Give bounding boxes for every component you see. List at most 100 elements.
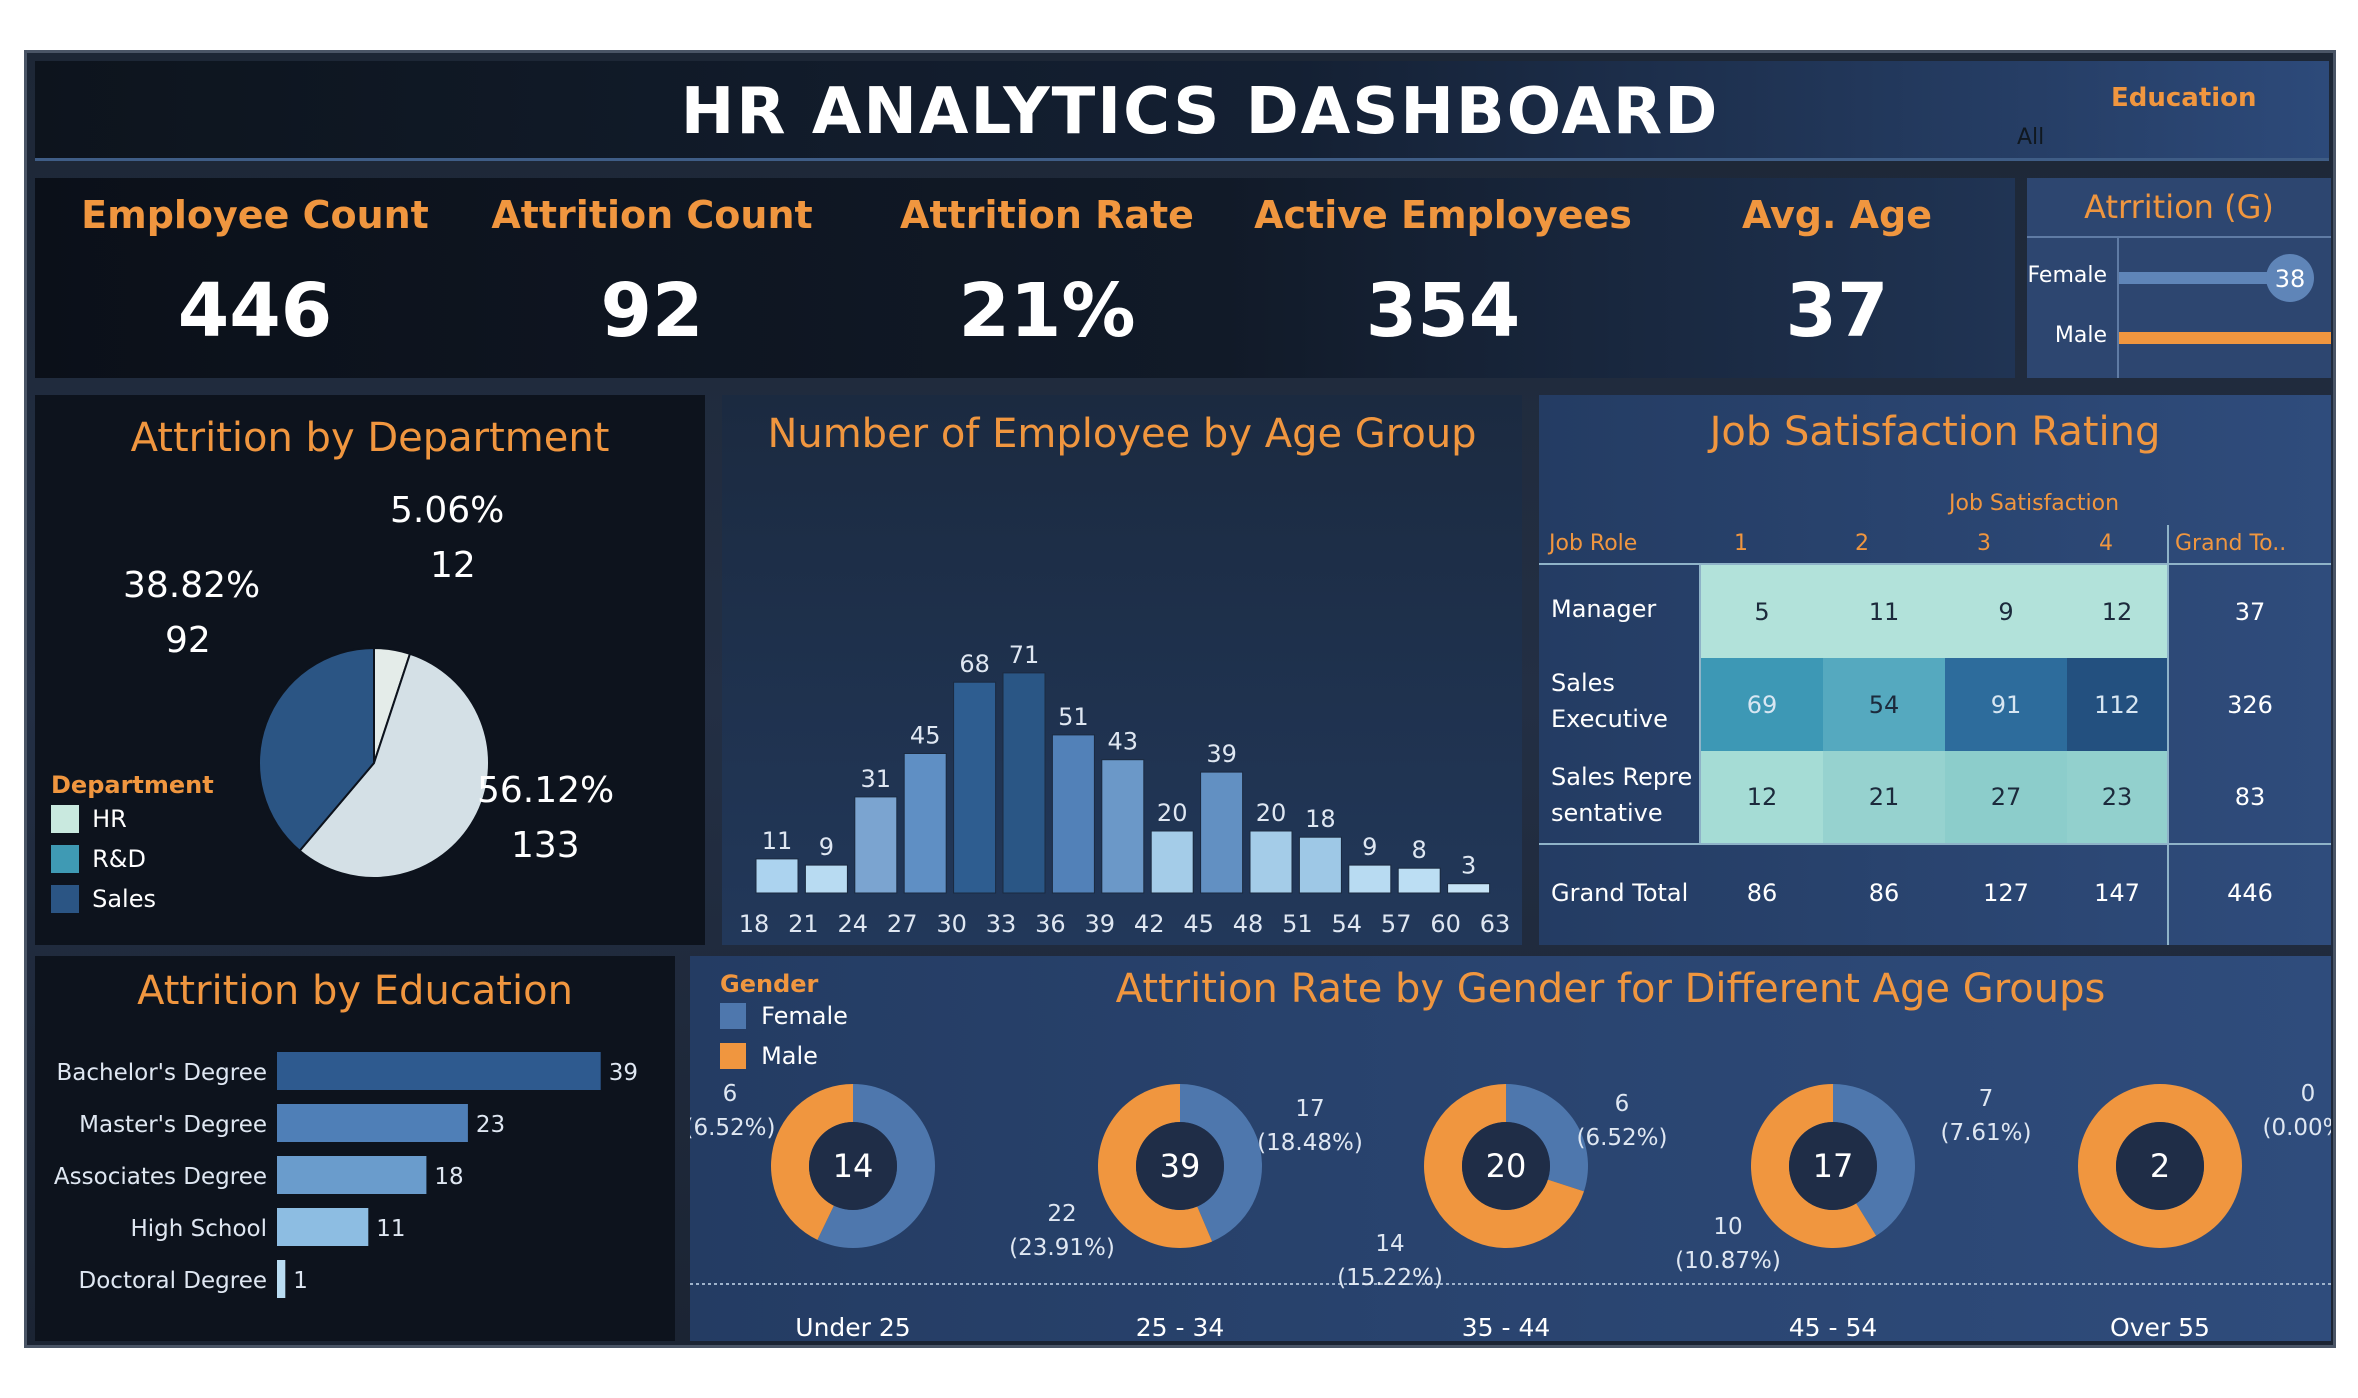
heatmap-cell: 23 [2067,751,2167,843]
data-label: 3 [1461,852,1476,880]
kpi-value-avg-age: 37 [1785,268,1889,354]
x-tick-label: 48 [1233,910,1264,938]
age-bar[interactable] [1298,836,1342,894]
age-group-panel: Number of Employee by Age Group 18 21 24 27… [722,395,1522,945]
x-tick-label: 33 [986,910,1017,938]
kpi-label-employee-count: Employee Count [81,193,429,237]
department-panel: Attrition by Department 5.06% 12 38.82% … [35,395,705,945]
job-role-header: Job Role [1549,531,1638,556]
grand-total-cell: 86 [1868,878,1900,907]
dept-label-pct-hr: 5.06% [390,490,505,531]
age-group-label: 25 - 34 [1136,1313,1225,1341]
age-bar[interactable] [804,864,848,894]
x-tick-label: 27 [887,910,918,938]
education-bar[interactable] [277,1208,369,1246]
donut-percent-label: (10.87%) [1675,1248,1781,1274]
dept-label-count-hr: 12 [430,545,476,586]
data-label: 23 [476,1112,505,1138]
job-satisfaction-title: Job Satisfaction Rating [1709,409,2161,455]
kpi-value-active-employees: 354 [1365,268,1521,354]
age-bar[interactable] [1348,864,1392,894]
category-label: Master's Degree [79,1112,267,1138]
data-label: 1 [293,1268,308,1294]
heatmap-cell: 83 [2234,783,2266,811]
age-bar[interactable] [1200,771,1244,894]
gender-age-donut-chart: 14 Under 25 6 (6.52%) 39 25 - 34 17 (18.48%) 22 (… [690,1081,2331,1341]
heatmap-cell: 9 [1945,565,2067,658]
education-bar[interactable] [277,1260,286,1298]
gender-bar[interactable] [2119,332,2331,344]
legend-label-sales: Sales [92,885,156,913]
job-satisfaction-col-group: Job Satisfaction [1949,491,2120,516]
age-bar[interactable] [1249,830,1293,894]
data-label: 18 [434,1164,463,1190]
x-tick-label: 57 [1381,910,1412,938]
education-bar[interactable] [277,1052,601,1090]
donut-percent-label: (6.52%) [1576,1125,1667,1151]
data-label: 31 [861,765,892,793]
heatmap-cell: 5 [1701,565,1823,658]
donut-percent-label: (18.48%) [1257,1130,1363,1156]
age-bar[interactable] [1002,672,1046,894]
age-bar[interactable] [903,753,947,894]
kpi-label-avg-age: Avg. Age [1741,193,1933,237]
legend-swatch-hr [51,805,79,833]
js-col-grand-total: Grand To.. [2175,531,2287,556]
dept-label-count-rd: 133 [511,825,580,866]
legend-item-rd[interactable]: R&D [51,845,146,875]
category-label: Doctoral Degree [79,1268,267,1294]
donut-percent-label: (0.00%) [2262,1115,2331,1141]
education-bar[interactable] [277,1156,427,1194]
department-legend-title: Department [51,771,214,799]
education-panel: Attrition by Education Bachelor's Degree… [35,956,675,1341]
data-label: 18 [1305,805,1336,833]
heatmap-cell: 54 [1823,658,1945,751]
dept-label-count-sales: 92 [165,620,211,661]
donut-total: 20 [1486,1147,1527,1185]
age-bar[interactable] [1150,830,1194,894]
age-bar[interactable] [1101,759,1145,894]
grand-total-cell: 86 [1746,878,1778,907]
legend-item-hr[interactable]: HR [51,805,127,835]
x-tick-label: 24 [838,910,869,938]
heatmap-cell: 27 [1945,751,2067,843]
heatmap-cell: 12 [2067,565,2167,658]
education-bar[interactable] [277,1104,468,1142]
data-label: 38 [2275,265,2306,293]
age-bar[interactable] [755,858,799,894]
data-label: 9 [1362,833,1377,861]
legend-item-sales[interactable]: Sales [51,885,156,915]
age-bar[interactable] [1051,734,1095,894]
js-col-4: 4 [2099,531,2113,556]
age-bar[interactable] [1447,883,1491,894]
age-bar[interactable] [1397,867,1441,894]
donut-value-label: 6 [1615,1091,1630,1117]
age-bar[interactable] [953,681,997,894]
category-label: High School [130,1216,267,1242]
legend-label-hr: HR [92,805,127,833]
data-label: 8 [1412,836,1427,864]
x-tick-label: 18 [739,910,770,938]
category-label: Bachelor's Degree [57,1060,268,1086]
gender-bar[interactable] [2119,272,2290,284]
legend-swatch-rd [51,845,79,873]
js-col-1: 1 [1734,531,1748,556]
legend-label-rd: R&D [92,845,146,873]
x-tick-label: 45 [1183,910,1214,938]
heatmap-cell: 326 [2227,690,2273,719]
x-tick-label: 63 [1480,910,1511,938]
js-row-label-sales-executive: Sales Executive [1551,669,1668,733]
donut-value-label: 10 [1713,1214,1742,1240]
dept-label-pct-sales: 38.82% [123,565,261,606]
heatmap-cell: 112 [2067,658,2167,751]
kpi-value-attrition-count: 92 [600,268,704,354]
data-label: 39 [609,1060,638,1086]
data-label: 20 [1256,799,1287,827]
heatmap-cell: 12 [1701,751,1823,843]
category-label: Associates Degree [54,1164,267,1190]
data-label: 9 [819,833,834,861]
dashboard-title: HR ANALYTICS DASHBOARD [680,75,1720,149]
age-bar[interactable] [854,796,898,894]
data-label: 71 [1009,641,1040,669]
education-filter-value[interactable]: All [2017,125,2044,150]
